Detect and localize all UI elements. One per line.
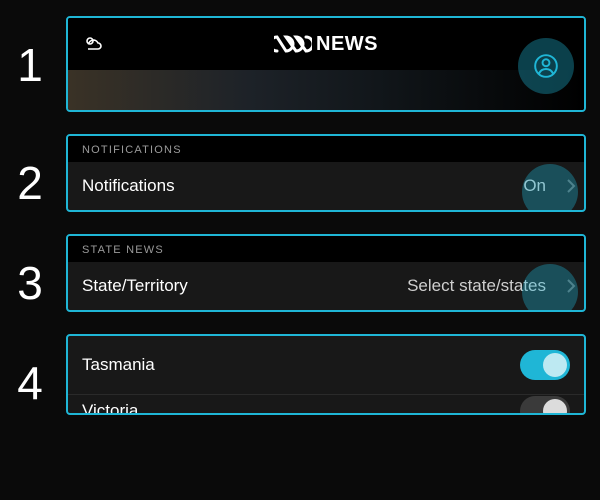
profile-icon — [533, 53, 559, 79]
state-territory-label: State/Territory — [82, 276, 188, 296]
toggle-knob — [543, 353, 567, 377]
step-number-1: 1 — [12, 16, 48, 88]
toggle-tasmania[interactable] — [520, 350, 570, 380]
state-news-section-header: STATE NEWS — [68, 236, 584, 262]
profile-button[interactable] — [518, 38, 574, 94]
state-territory-row[interactable]: State/Territory Select state/states — [68, 262, 584, 310]
notifications-section-header: NOTIFICATIONS — [68, 136, 584, 162]
notifications-highlight — [522, 164, 578, 212]
hero-image-strip — [68, 70, 584, 112]
state-news-highlight — [522, 264, 578, 312]
toggle-knob — [543, 399, 567, 413]
brand-text: NEWS — [316, 33, 378, 56]
notifications-label: Notifications — [82, 176, 175, 196]
state-label: Tasmania — [82, 355, 155, 375]
toggle-victoria[interactable] — [520, 396, 570, 413]
step-number-4: 4 — [12, 334, 48, 406]
weather-icon[interactable] — [82, 32, 106, 56]
list-item[interactable]: Tasmania — [68, 336, 584, 395]
header-card: NEWS — [66, 16, 586, 112]
brand-logo: NEWS — [274, 33, 378, 56]
app-header: NEWS — [68, 18, 584, 70]
list-item[interactable]: Victoria — [68, 395, 584, 413]
notifications-card: NOTIFICATIONS Notifications On — [66, 134, 586, 212]
states-list-card: Tasmania Victoria — [66, 334, 586, 415]
state-label: Victoria — [82, 401, 138, 413]
state-news-card: STATE NEWS State/Territory Select state/… — [66, 234, 586, 312]
step-number-3: 3 — [12, 234, 48, 306]
step-number-2: 2 — [12, 134, 48, 206]
abc-logo-icon — [274, 34, 312, 54]
notifications-row[interactable]: Notifications On — [68, 162, 584, 210]
